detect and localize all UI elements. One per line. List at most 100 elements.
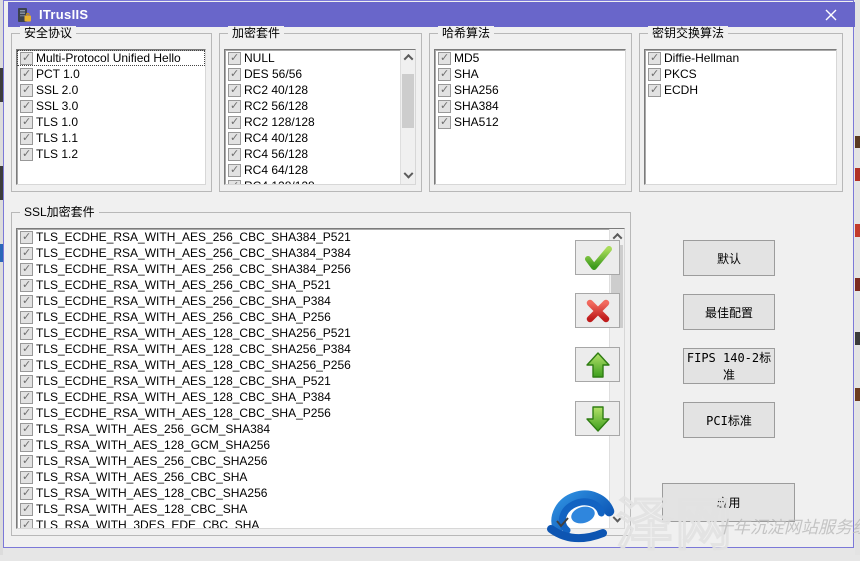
list-item[interactable]: TLS_ECDHE_RSA_WITH_AES_128_CBC_SHA256_P3… <box>17 341 624 357</box>
confirm-button[interactable] <box>575 240 620 275</box>
checkbox-checked-icon[interactable] <box>438 52 451 65</box>
list-item[interactable]: PCT 1.0 <box>17 66 205 82</box>
list-item[interactable]: SHA384 <box>435 98 625 114</box>
scroll-down-icon[interactable] <box>401 169 416 184</box>
checkbox-checked-icon[interactable] <box>438 84 451 97</box>
checkbox-checked-icon[interactable] <box>438 68 451 81</box>
checkbox-checked-icon[interactable] <box>20 132 33 145</box>
close-button[interactable] <box>813 2 849 27</box>
list-item[interactable]: TLS_ECDHE_RSA_WITH_AES_256_CBC_SHA_P384 <box>17 293 624 309</box>
checkbox-checked-icon[interactable] <box>228 116 241 129</box>
checkbox-checked-icon[interactable] <box>20 231 33 244</box>
scrollbar-thumb[interactable] <box>402 74 414 128</box>
checkbox-checked-icon[interactable] <box>20 343 33 356</box>
list-item[interactable]: SSL 2.0 <box>17 82 205 98</box>
default-button[interactable]: 默认 <box>683 240 775 276</box>
list-item[interactable]: TLS_ECDHE_RSA_WITH_AES_256_CBC_SHA_P256 <box>17 309 624 325</box>
list-item[interactable]: TLS 1.2 <box>17 146 205 162</box>
checkbox-checked-icon[interactable] <box>20 52 33 65</box>
checkbox-checked-icon[interactable] <box>20 263 33 276</box>
checkbox-checked-icon[interactable] <box>20 423 33 436</box>
list-item[interactable]: SHA512 <box>435 114 625 130</box>
remove-button[interactable] <box>575 293 620 328</box>
list-item[interactable]: ECDH <box>645 82 836 98</box>
list-item[interactable]: RC2 128/128 <box>225 114 415 130</box>
checkbox-checked-icon[interactable] <box>20 487 33 500</box>
list-item[interactable]: TLS_ECDHE_RSA_WITH_AES_256_CBC_SHA384_P5… <box>17 229 624 245</box>
checkbox-checked-icon[interactable] <box>228 164 241 177</box>
checkbox-checked-icon[interactable] <box>20 68 33 81</box>
list-item[interactable]: TLS_ECDHE_RSA_WITH_AES_128_CBC_SHA_P256 <box>17 405 624 421</box>
list-item[interactable]: RC4 128/128 <box>225 178 415 185</box>
apply-button[interactable]: 应用 <box>662 483 795 522</box>
list-item[interactable]: TLS_RSA_WITH_AES_128_GCM_SHA256 <box>17 437 624 453</box>
checkbox-checked-icon[interactable] <box>648 52 661 65</box>
checkbox-checked-icon[interactable] <box>228 100 241 113</box>
list-item[interactable]: DES 56/56 <box>225 66 415 82</box>
key-exchange-list[interactable]: Diffie-HellmanPKCSECDH <box>644 49 837 185</box>
ciphers-list[interactable]: NULLDES 56/56RC2 40/128RC2 56/128RC2 128… <box>224 49 416 185</box>
move-down-button[interactable] <box>575 401 620 436</box>
list-item[interactable]: TLS_ECDHE_RSA_WITH_AES_128_CBC_SHA256_P2… <box>17 357 624 373</box>
checkbox-checked-icon[interactable] <box>438 116 451 129</box>
list-item[interactable]: TLS 1.1 <box>17 130 205 146</box>
checkbox-checked-icon[interactable] <box>438 100 451 113</box>
best-config-button[interactable]: 最佳配置 <box>683 294 775 330</box>
checkbox-checked-icon[interactable] <box>228 180 241 186</box>
checkbox-checked-icon[interactable] <box>20 295 33 308</box>
list-item[interactable]: Multi-Protocol Unified Hello <box>17 50 205 66</box>
checkbox-checked-icon[interactable] <box>20 279 33 292</box>
checkbox-checked-icon[interactable] <box>20 311 33 324</box>
list-item[interactable]: TLS_ECDHE_RSA_WITH_AES_128_CBC_SHA_P384 <box>17 389 624 405</box>
list-item[interactable]: MD5 <box>435 50 625 66</box>
checkbox-checked-icon[interactable] <box>20 247 33 260</box>
scroll-down-icon[interactable] <box>610 513 625 528</box>
checkbox-checked-icon[interactable] <box>20 100 33 113</box>
list-item[interactable]: TLS_ECDHE_RSA_WITH_AES_256_CBC_SHA384_P3… <box>17 245 624 261</box>
list-item[interactable]: TLS_RSA_WITH_AES_256_GCM_SHA384 <box>17 421 624 437</box>
checkbox-checked-icon[interactable] <box>20 84 33 97</box>
list-item[interactable]: Diffie-Hellman <box>645 50 836 66</box>
list-item[interactable]: SHA <box>435 66 625 82</box>
ciphers-scrollbar[interactable] <box>400 50 415 184</box>
scroll-up-icon[interactable] <box>401 50 416 65</box>
list-item[interactable]: TLS_ECDHE_RSA_WITH_AES_128_CBC_SHA256_P5… <box>17 325 624 341</box>
checkbox-checked-icon[interactable] <box>228 52 241 65</box>
titlebar[interactable]: ITrusIIS <box>8 2 857 27</box>
checkbox-checked-icon[interactable] <box>228 148 241 161</box>
list-item[interactable]: TLS_ECDHE_RSA_WITH_AES_128_CBC_SHA_P521 <box>17 373 624 389</box>
checkbox-checked-icon[interactable] <box>20 471 33 484</box>
list-item[interactable]: SHA256 <box>435 82 625 98</box>
list-item[interactable]: RC4 56/128 <box>225 146 415 162</box>
list-item[interactable]: TLS_RSA_WITH_3DES_EDE_CBC_SHA <box>17 517 624 529</box>
checkbox-checked-icon[interactable] <box>20 116 33 129</box>
checkbox-checked-icon[interactable] <box>20 455 33 468</box>
list-item[interactable]: TLS_RSA_WITH_AES_128_CBC_SHA <box>17 501 624 517</box>
checkbox-checked-icon[interactable] <box>20 391 33 404</box>
checkbox-checked-icon[interactable] <box>20 327 33 340</box>
move-up-button[interactable] <box>575 347 620 382</box>
list-item[interactable]: TLS_RSA_WITH_AES_256_CBC_SHA <box>17 469 624 485</box>
checkbox-checked-icon[interactable] <box>228 132 241 145</box>
checkbox-checked-icon[interactable] <box>20 407 33 420</box>
checkbox-checked-icon[interactable] <box>20 148 33 161</box>
fips-standard-button[interactable]: FIPS 140-2标准 <box>683 348 775 384</box>
list-item[interactable]: RC4 40/128 <box>225 130 415 146</box>
checkbox-checked-icon[interactable] <box>20 375 33 388</box>
protocols-list[interactable]: Multi-Protocol Unified HelloPCT 1.0SSL 2… <box>16 49 206 185</box>
checkbox-checked-icon[interactable] <box>20 439 33 452</box>
list-item[interactable]: TLS_RSA_WITH_AES_256_CBC_SHA256 <box>17 453 624 469</box>
list-item[interactable]: TLS_RSA_WITH_AES_128_CBC_SHA256 <box>17 485 624 501</box>
checkbox-checked-icon[interactable] <box>648 68 661 81</box>
checkbox-checked-icon[interactable] <box>20 519 33 530</box>
list-item[interactable]: RC2 56/128 <box>225 98 415 114</box>
pci-standard-button[interactable]: PCI标准 <box>683 402 775 438</box>
list-item[interactable]: RC2 40/128 <box>225 82 415 98</box>
hashes-list[interactable]: MD5SHASHA256SHA384SHA512 <box>434 49 626 185</box>
checkbox-checked-icon[interactable] <box>228 84 241 97</box>
list-item[interactable]: TLS_ECDHE_RSA_WITH_AES_256_CBC_SHA384_P2… <box>17 261 624 277</box>
checkbox-checked-icon[interactable] <box>20 359 33 372</box>
list-item[interactable]: SSL 3.0 <box>17 98 205 114</box>
list-item[interactable]: TLS 1.0 <box>17 114 205 130</box>
list-item[interactable]: PKCS <box>645 66 836 82</box>
